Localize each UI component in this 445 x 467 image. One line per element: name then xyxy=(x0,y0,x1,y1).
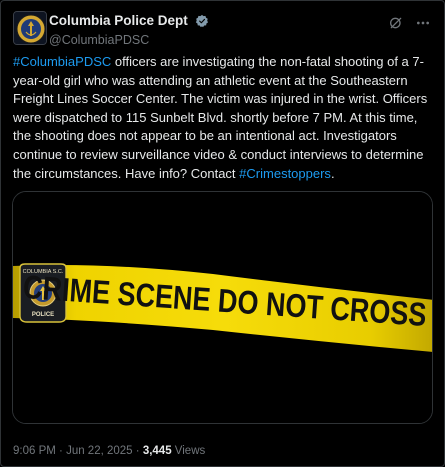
account-names: Columbia Police Dept @ColumbiaPDSC xyxy=(49,12,209,47)
more-icon[interactable] xyxy=(414,15,432,31)
avatar[interactable] xyxy=(13,11,47,45)
views-label: Views xyxy=(171,445,206,457)
post-time[interactable]: 9:06 PM xyxy=(13,445,56,457)
post-header: Columbia Police Dept @ColumbiaPDSC xyxy=(13,11,432,47)
hashtag-crimestoppers[interactable]: #Crimestoppers xyxy=(239,166,331,181)
post-text-part-1: officers are investigating the non-fatal… xyxy=(13,54,428,181)
police-seal-icon xyxy=(14,12,46,44)
post-text-part-2: . xyxy=(330,165,335,181)
meta-separator: · xyxy=(55,445,67,457)
post-text: #ColumbiaPDSC officers are investigating… xyxy=(13,53,435,183)
post-meta: 9:06 PM · Jun 22, 2025 · 3,445 Views xyxy=(13,445,205,457)
patch-text-bottom: POLICE xyxy=(32,312,54,318)
hashtag-columbiapdsc[interactable]: #ColumbiaPDSC xyxy=(13,54,111,69)
grok-icon[interactable] xyxy=(388,15,404,31)
meta-separator: · xyxy=(132,445,143,457)
post-date[interactable]: Jun 22, 2025 xyxy=(66,445,133,457)
crime-scene-tape-image: COLUMBIA S.C. POLICE CRIME SCENE DO NOT … xyxy=(13,192,432,423)
display-name[interactable]: Columbia Police Dept xyxy=(49,13,188,28)
post-card: Columbia Police Dept @ColumbiaPDSC #Colu… xyxy=(0,0,445,467)
post-media-image[interactable]: COLUMBIA S.C. POLICE CRIME SCENE DO NOT … xyxy=(12,191,433,424)
handle[interactable]: @ColumbiaPDSC xyxy=(49,33,209,47)
views-count: 3,445 xyxy=(142,445,172,457)
verified-badge-icon xyxy=(196,14,209,27)
